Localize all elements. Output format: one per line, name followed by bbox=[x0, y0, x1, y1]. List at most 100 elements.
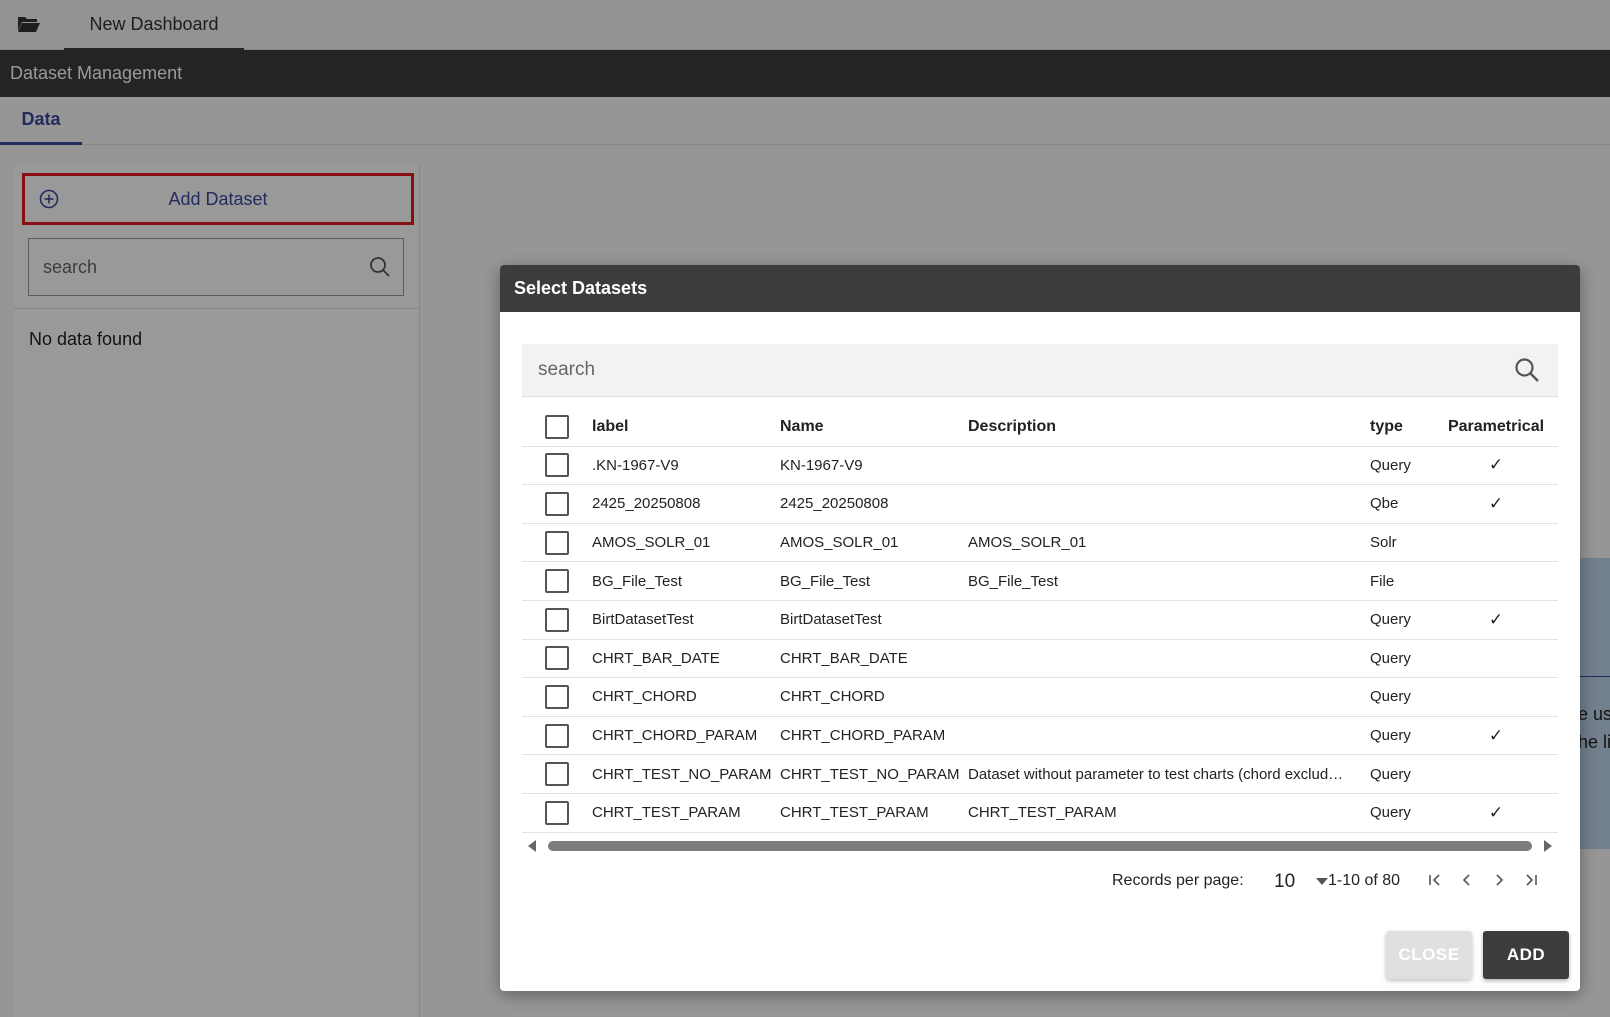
check-icon: ✓ bbox=[1488, 493, 1504, 513]
check-icon: ✓ bbox=[1488, 725, 1504, 745]
cell-parametrical bbox=[1446, 562, 1546, 600]
dialog-header: Select Datasets bbox=[500, 265, 1580, 312]
table-row[interactable]: 2425_20250808 2425_20250808 Qbe ✓ bbox=[522, 485, 1558, 524]
records-per-page-select[interactable]: 10 bbox=[1272, 867, 1330, 895]
close-button[interactable]: CLOSE bbox=[1386, 931, 1472, 979]
cell-type: Query bbox=[1370, 456, 1411, 474]
cell-label: BirtDatasetTest bbox=[592, 611, 694, 629]
row-select-cell bbox=[545, 601, 573, 639]
row-checkbox[interactable] bbox=[545, 646, 569, 671]
cell-name: 2425_20250808 bbox=[780, 495, 889, 513]
cell-type: Query bbox=[1370, 727, 1411, 745]
records-per-page-value: 10 bbox=[1274, 871, 1296, 892]
select-all-cell bbox=[545, 408, 573, 446]
row-checkbox[interactable] bbox=[545, 569, 569, 594]
cell-type: Query bbox=[1370, 649, 1411, 667]
table-row[interactable]: CHRT_TEST_PARAM CHRT_TEST_PARAM CHRT_TEST_… bbox=[522, 794, 1558, 833]
scroll-right-icon[interactable] bbox=[1544, 840, 1552, 852]
row-checkbox[interactable] bbox=[545, 684, 569, 709]
cell-description: AMOS_SOLR_01 bbox=[968, 534, 1087, 552]
cell-parametrical bbox=[1446, 678, 1546, 716]
cell-name: CHRT_TEST_NO_PARAM bbox=[780, 765, 960, 783]
row-checkbox[interactable] bbox=[545, 491, 569, 516]
horizontal-scrollbar[interactable] bbox=[522, 838, 1558, 854]
cell-parametrical: ✓ bbox=[1446, 601, 1546, 639]
scroll-left-icon[interactable] bbox=[528, 840, 536, 852]
select-all-checkbox[interactable] bbox=[545, 414, 569, 439]
first-page-icon[interactable] bbox=[1423, 868, 1447, 892]
cell-type: Query bbox=[1370, 765, 1411, 783]
cell-description bbox=[968, 447, 1358, 485]
cell-type: File bbox=[1370, 572, 1395, 590]
cell-name: CHRT_TEST_PARAM bbox=[780, 804, 929, 822]
row-select-cell bbox=[545, 755, 573, 793]
scroll-thumb[interactable] bbox=[548, 841, 1532, 851]
column-header-name[interactable]: Name bbox=[780, 408, 960, 446]
table-row[interactable]: CHRT_BAR_DATE CHRT_BAR_DATE Query bbox=[522, 640, 1558, 679]
cell-type: Query bbox=[1370, 804, 1411, 822]
cell-name: CHRT_CHORD bbox=[780, 688, 885, 706]
table-row[interactable]: CHRT_CHORD_PARAM CHRT_CHORD_PARAM Query ✓ bbox=[522, 717, 1558, 756]
column-header-parametrical[interactable]: Parametrical bbox=[1446, 408, 1546, 446]
app-root: New Dashboard Dataset Management Data Ad… bbox=[0, 0, 1610, 1017]
cell-type: Query bbox=[1370, 688, 1411, 706]
table-body: .KN-1967-V9 KN-1967-V9 Query ✓ 2425_20250808… bbox=[522, 447, 1558, 833]
row-checkbox[interactable] bbox=[545, 762, 569, 787]
paginator: Records per page: 10 1-10 of 80 bbox=[522, 861, 1558, 901]
cell-description bbox=[968, 678, 1358, 716]
table-row[interactable]: CHRT_TEST_NO_PARAM CHRT_TEST_NO_PARAM Data… bbox=[522, 755, 1558, 794]
row-select-cell bbox=[545, 562, 573, 600]
cell-parametrical bbox=[1446, 524, 1546, 562]
row-checkbox[interactable] bbox=[545, 453, 569, 478]
column-header-description[interactable]: Description bbox=[968, 408, 1358, 446]
cell-parametrical bbox=[1446, 640, 1546, 678]
cell-label: AMOS_SOLR_01 bbox=[592, 534, 711, 552]
row-checkbox[interactable] bbox=[545, 723, 569, 748]
cell-label: .KN-1967-V9 bbox=[592, 456, 679, 474]
cell-description: Dataset without parameter to test charts… bbox=[968, 765, 1344, 783]
dialog-title: Select Datasets bbox=[514, 278, 648, 298]
cell-parametrical: ✓ bbox=[1446, 717, 1546, 755]
cell-name: KN-1967-V9 bbox=[780, 456, 863, 474]
cell-name: AMOS_SOLR_01 bbox=[780, 534, 899, 552]
next-page-icon[interactable] bbox=[1487, 868, 1511, 892]
cell-description bbox=[968, 601, 1358, 639]
table-row[interactable]: BG_File_Test BG_File_Test BG_File_Test File bbox=[522, 562, 1558, 601]
dialog-search-box bbox=[522, 344, 1558, 397]
cell-parametrical: ✓ bbox=[1446, 447, 1546, 485]
check-icon: ✓ bbox=[1488, 609, 1504, 629]
table-row[interactable]: BirtDatasetTest BirtDatasetTest Query ✓ bbox=[522, 601, 1558, 640]
row-select-cell bbox=[545, 640, 573, 678]
row-select-cell bbox=[545, 485, 573, 523]
row-select-cell bbox=[545, 524, 573, 562]
page-range-text: 1-10 of 80 bbox=[1328, 872, 1401, 889]
cell-description bbox=[968, 717, 1358, 755]
column-header-type[interactable]: type bbox=[1370, 408, 1440, 446]
cell-name: BG_File_Test bbox=[780, 572, 871, 590]
row-checkbox[interactable] bbox=[545, 530, 569, 555]
row-select-cell bbox=[545, 717, 573, 755]
add-button[interactable]: ADD bbox=[1483, 931, 1569, 979]
cell-type: Qbe bbox=[1370, 495, 1399, 513]
cell-label: BG_File_Test bbox=[592, 572, 683, 590]
row-select-cell bbox=[545, 794, 573, 832]
table-row[interactable]: .KN-1967-V9 KN-1967-V9 Query ✓ bbox=[522, 447, 1558, 486]
last-page-icon[interactable] bbox=[1519, 868, 1543, 892]
cell-name: BirtDatasetTest bbox=[780, 611, 882, 629]
table-row[interactable]: AMOS_SOLR_01 AMOS_SOLR_01 AMOS_SOLR_01 Solr bbox=[522, 524, 1558, 563]
search-icon[interactable] bbox=[1514, 357, 1540, 388]
cell-description bbox=[968, 485, 1358, 523]
cell-label: CHRT_TEST_NO_PARAM bbox=[592, 765, 772, 783]
chevron-down-icon bbox=[1316, 878, 1328, 885]
datasets-table: label Name Description type Parametrical… bbox=[522, 408, 1558, 833]
row-checkbox[interactable] bbox=[545, 607, 569, 632]
table-row[interactable]: CHRT_CHORD CHRT_CHORD Query bbox=[522, 678, 1558, 717]
column-header-label[interactable]: label bbox=[592, 408, 772, 446]
cell-description: BG_File_Test bbox=[968, 572, 1059, 590]
row-select-cell bbox=[545, 447, 573, 485]
dialog-search-input[interactable] bbox=[522, 344, 1482, 396]
cell-type: Solr bbox=[1370, 534, 1397, 552]
cell-parametrical bbox=[1446, 755, 1546, 793]
previous-page-icon[interactable] bbox=[1455, 868, 1479, 892]
row-checkbox[interactable] bbox=[545, 800, 569, 825]
